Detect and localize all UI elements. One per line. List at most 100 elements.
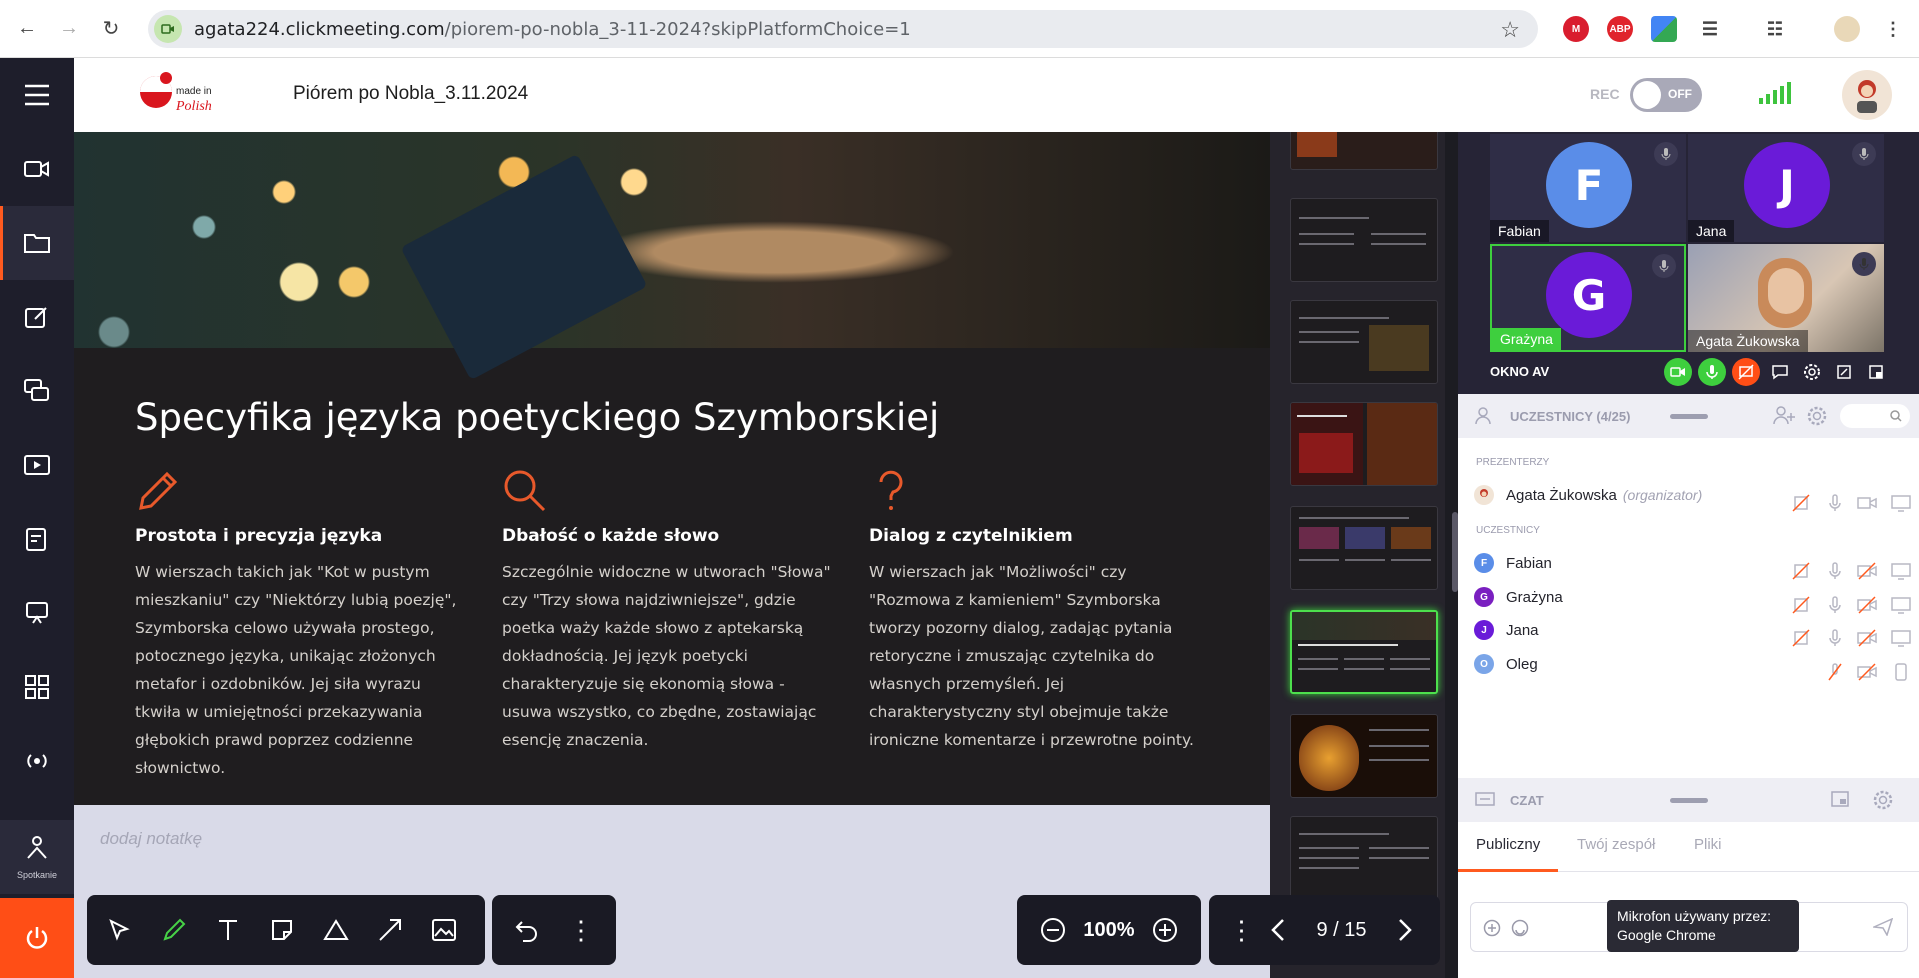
thumbnail-slide[interactable] — [1290, 506, 1438, 590]
tooltip-line-1: Mikrofon używany przez: — [1617, 908, 1772, 924]
thumbnail-slide-active[interactable] — [1290, 610, 1438, 694]
mic-off-icon[interactable] — [1824, 661, 1846, 683]
zoom-in-icon[interactable] — [1145, 903, 1185, 957]
more-options-icon[interactable]: ⋮ — [1224, 903, 1258, 957]
tab-team[interactable]: Twój zespół — [1577, 836, 1655, 853]
thumbnail-slide[interactable] — [1290, 198, 1438, 282]
chat-bubble-icon[interactable] — [1766, 358, 1794, 386]
thumbnail-slide[interactable] — [1290, 816, 1438, 900]
attach-plus-icon[interactable] — [1483, 919, 1501, 937]
zoom-out-icon[interactable] — [1033, 903, 1073, 957]
moderator-off-icon[interactable] — [1790, 492, 1812, 514]
left-sidebar: Spotkanie — [0, 58, 74, 978]
video-tile[interactable]: F Fabian — [1490, 134, 1686, 242]
add-participant-icon[interactable] — [1772, 405, 1796, 427]
phone-icon[interactable] — [1890, 661, 1912, 683]
camera-off-icon[interactable] — [1856, 594, 1878, 616]
moderator-off-icon[interactable] — [1790, 594, 1812, 616]
zoom-level: 100% — [1083, 918, 1135, 941]
screen-icon[interactable] — [1890, 627, 1912, 649]
video-tile-camera[interactable]: Agata Żukowska — [1688, 244, 1884, 352]
chat-popout-icon[interactable] — [1830, 790, 1850, 810]
text-tool-icon[interactable] — [201, 903, 255, 957]
settings-gear-icon[interactable] — [1798, 358, 1826, 386]
participant-avatar: J — [1744, 142, 1830, 228]
reading-list-icon[interactable]: ☷ — [1762, 16, 1788, 42]
microphone-toggle-icon[interactable] — [1698, 358, 1726, 386]
sticky-note-tool-icon[interactable] — [255, 903, 309, 957]
profile-avatar-icon[interactable] — [1834, 16, 1860, 42]
camera-icon[interactable] — [1856, 492, 1878, 514]
screen-icon[interactable] — [1890, 594, 1912, 616]
resize-handle[interactable] — [1670, 413, 1708, 419]
forward-icon[interactable]: → — [54, 14, 84, 44]
shape-tool-icon[interactable] — [309, 903, 363, 957]
mic-icon[interactable] — [1824, 492, 1846, 514]
screen-share-off-icon[interactable] — [1732, 358, 1760, 386]
screen-icon[interactable] — [1890, 560, 1912, 582]
moderator-off-icon[interactable] — [1790, 627, 1812, 649]
screenshare-icon[interactable] — [0, 354, 74, 428]
extension-color-icon[interactable] — [1651, 16, 1677, 42]
pointer-tool-icon[interactable] — [93, 903, 147, 957]
moderator-off-icon[interactable] — [1790, 560, 1812, 582]
book-image — [400, 153, 648, 381]
mic-icon[interactable] — [1824, 627, 1846, 649]
video-tile-speaking[interactable]: G Grażyna — [1490, 244, 1686, 352]
address-bar[interactable]: agata224.clickmeeting.com/piorem-po-nobl… — [148, 10, 1538, 48]
popout-icon[interactable] — [1830, 358, 1858, 386]
camera-off-icon[interactable] — [1856, 661, 1878, 683]
folder-icon[interactable] — [0, 206, 74, 280]
participant-search-input[interactable] — [1840, 404, 1910, 428]
emoji-icon[interactable] — [1511, 919, 1529, 937]
tab-public[interactable]: Publiczny — [1476, 836, 1540, 853]
edit-icon[interactable] — [0, 280, 74, 354]
bookmark-star-icon[interactable]: ☆ — [1500, 17, 1520, 43]
power-icon[interactable] — [0, 898, 74, 978]
extension-m-icon[interactable]: M — [1563, 16, 1589, 42]
user-avatar[interactable] — [1842, 70, 1892, 120]
thumbnail-slide[interactable] — [1290, 714, 1438, 798]
video-tile[interactable]: J Jana — [1688, 134, 1884, 242]
broadcast-icon[interactable] — [0, 724, 74, 798]
extensions-puzzle-icon[interactable]: ☰ — [1697, 16, 1723, 42]
thumbnail-slide[interactable] — [1290, 132, 1438, 170]
whiteboard-icon[interactable] — [0, 576, 74, 650]
meeting-tab[interactable]: Spotkanie — [0, 820, 74, 894]
participants-settings-icon[interactable] — [1806, 405, 1828, 427]
camera-site-icon[interactable] — [154, 15, 182, 43]
more-options-icon[interactable]: ⋮ — [554, 903, 608, 957]
camera-icon[interactable] — [0, 132, 74, 206]
thumbnail-slide[interactable] — [1290, 402, 1438, 486]
slide-column-3: Dialog z czytelnikiem W wierszach jak "M… — [869, 468, 1199, 754]
mic-icon — [1654, 142, 1678, 166]
camera-toggle-icon[interactable] — [1664, 358, 1692, 386]
menu-icon[interactable] — [0, 58, 74, 132]
pen-tool-icon[interactable] — [147, 903, 201, 957]
slide-title: Specyfika języka poetyckiego Szymborskie… — [135, 396, 940, 439]
apps-grid-icon[interactable] — [0, 650, 74, 724]
mic-icon[interactable] — [1824, 594, 1846, 616]
survey-icon[interactable] — [0, 502, 74, 576]
next-slide-icon[interactable] — [1385, 903, 1425, 957]
reload-icon[interactable]: ↻ — [96, 14, 126, 44]
image-tool-icon[interactable] — [417, 903, 471, 957]
back-icon[interactable]: ← — [12, 14, 42, 44]
chat-settings-icon[interactable] — [1872, 789, 1894, 811]
undo-icon[interactable] — [500, 903, 554, 957]
recording-toggle[interactable]: OFF — [1630, 78, 1702, 112]
adblock-icon[interactable]: ABP — [1607, 16, 1633, 42]
video-player-icon[interactable] — [0, 428, 74, 502]
resize-handle[interactable] — [1670, 797, 1708, 803]
camera-off-icon[interactable] — [1856, 627, 1878, 649]
send-icon[interactable] — [1873, 918, 1893, 936]
tab-files[interactable]: Pliki — [1694, 836, 1722, 853]
layout-icon[interactable] — [1862, 358, 1890, 386]
screen-icon[interactable] — [1890, 492, 1912, 514]
arrow-tool-icon[interactable] — [363, 903, 417, 957]
thumbnail-slide[interactable] — [1290, 300, 1438, 384]
camera-off-icon[interactable] — [1856, 560, 1878, 582]
mic-icon[interactable] — [1824, 560, 1846, 582]
more-menu-icon[interactable]: ⋮ — [1880, 16, 1906, 42]
prev-slide-icon[interactable] — [1258, 903, 1298, 957]
